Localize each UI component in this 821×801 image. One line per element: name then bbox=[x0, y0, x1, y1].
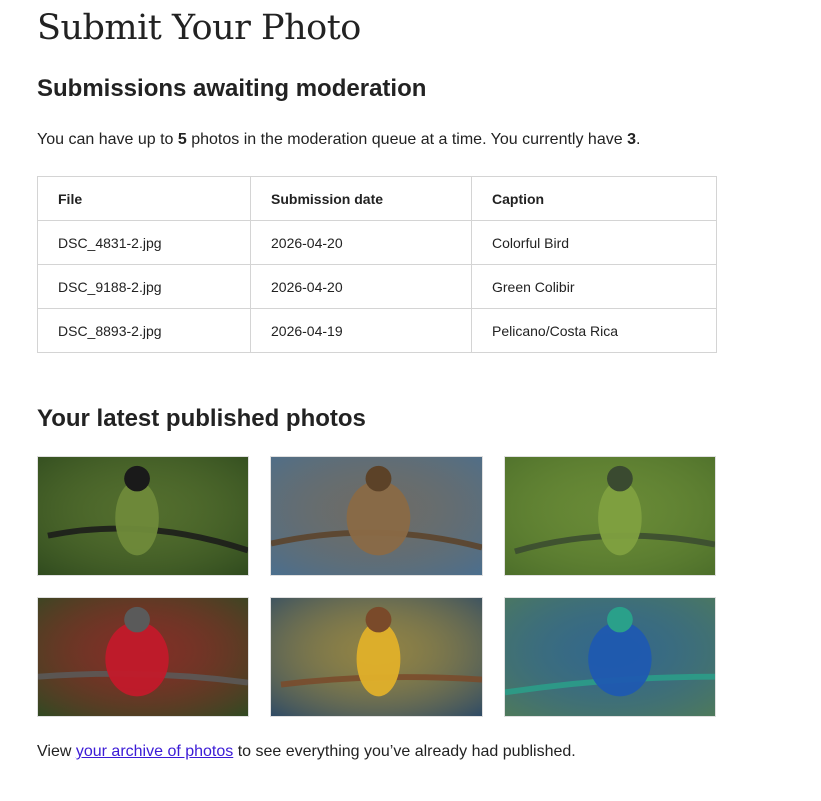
archive-prefix: View bbox=[37, 743, 76, 760]
bird-photo-yellow-breast bbox=[271, 598, 482, 716]
column-header-file: File bbox=[37, 176, 251, 221]
cell-file: DSC_8893-2.jpg bbox=[37, 308, 251, 353]
max-count: 5 bbox=[177, 131, 187, 148]
intro-suffix: . bbox=[635, 131, 641, 148]
table-header-row: File Submission date Caption bbox=[37, 176, 717, 221]
archive-link[interactable]: your archive of photos bbox=[76, 743, 233, 760]
bird-photo-owl-brown bbox=[271, 457, 482, 575]
queue-intro: You can have up to 5 photos in the moder… bbox=[37, 131, 640, 149]
cell-caption: Pelicano/Costa Rica bbox=[471, 308, 717, 353]
cell-date: 2026-04-19 bbox=[250, 308, 472, 353]
cell-date: 2026-04-20 bbox=[250, 264, 472, 309]
published-photo-thumbnail[interactable] bbox=[270, 456, 483, 576]
published-photo-thumbnail[interactable] bbox=[504, 597, 716, 717]
bird-photo-green-hummingbird bbox=[505, 457, 715, 575]
moderation-queue-table: File Submission date Caption DSC_4831-2.… bbox=[37, 176, 717, 353]
archive-note: View your archive of photos to see every… bbox=[37, 743, 576, 761]
published-photo-thumbnail[interactable] bbox=[504, 456, 716, 576]
bird-photo-black-and-white bbox=[38, 457, 248, 575]
table-row: DSC_4831-2.jpg 2026-04-20 Colorful Bird bbox=[37, 220, 717, 265]
queue-heading: Submissions awaiting moderation bbox=[37, 75, 427, 102]
column-header-caption: Caption bbox=[471, 176, 717, 221]
cell-file: DSC_9188-2.jpg bbox=[37, 264, 251, 309]
bird-photo-blue-hummingbird bbox=[505, 598, 715, 716]
archive-suffix: to see everything you’ve already had pub… bbox=[233, 743, 576, 760]
cell-date: 2026-04-20 bbox=[250, 220, 472, 265]
published-photo-thumbnail[interactable] bbox=[37, 456, 249, 576]
column-header-date: Submission date bbox=[250, 176, 472, 221]
intro-middle: photos in the moderation queue at a time… bbox=[186, 131, 628, 148]
published-photo-thumbnail[interactable] bbox=[270, 597, 483, 717]
published-photo-grid bbox=[37, 456, 717, 717]
published-heading: Your latest published photos bbox=[37, 405, 366, 432]
table-row: DSC_9188-2.jpg 2026-04-20 Green Colibir bbox=[37, 264, 717, 309]
published-photo-thumbnail[interactable] bbox=[37, 597, 249, 717]
cell-caption: Green Colibir bbox=[471, 264, 717, 309]
current-count: 3 bbox=[627, 131, 636, 148]
cell-caption: Colorful Bird bbox=[471, 220, 717, 265]
bird-photo-red-throat-hummingbird bbox=[38, 598, 248, 716]
intro-prefix: You can have up to bbox=[37, 131, 178, 148]
table-row: DSC_8893-2.jpg 2026-04-19 Pelicano/Costa… bbox=[37, 308, 717, 353]
cell-file: DSC_4831-2.jpg bbox=[37, 220, 251, 265]
site-title: Submit Your Photo bbox=[37, 8, 361, 48]
